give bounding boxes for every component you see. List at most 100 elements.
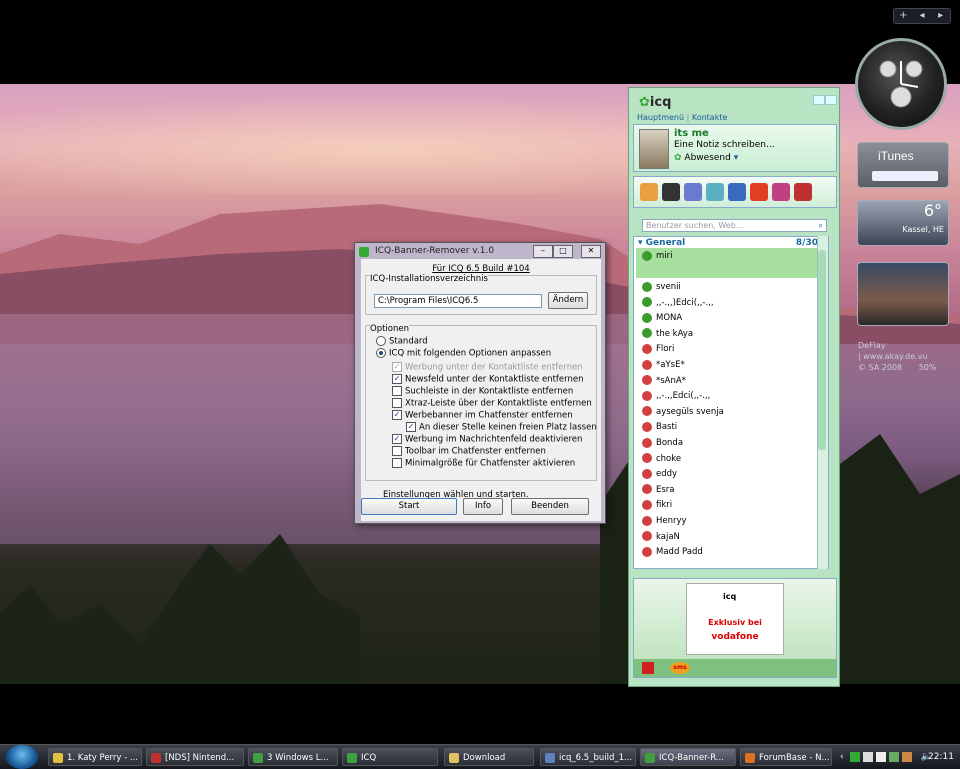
contact-item[interactable]: *sAnA* (642, 374, 686, 389)
icq-close-button[interactable] (825, 95, 837, 105)
option-checkbox-6[interactable]: ✓ Werbung im Nachrichtenfeld deaktivieren (392, 434, 582, 446)
taskbar-button[interactable]: 3 Windows L... (248, 748, 338, 766)
option-checkbox-1[interactable]: ✓ Newsfeld unter der Kontaktliste entfern… (392, 374, 583, 386)
icq-minimize-button[interactable] (813, 95, 825, 105)
contact-item[interactable]: miri (642, 249, 673, 264)
sms-tab[interactable]: sms (670, 662, 690, 674)
app-icon-1[interactable] (640, 183, 658, 201)
sidebar-next-button[interactable]: ▸ (931, 9, 950, 23)
contact-item[interactable]: *aYsE* (642, 358, 685, 373)
option-checkbox-4[interactable]: ✓ Werbebanner im Chatfenster entfernen (392, 410, 573, 422)
change-button[interactable]: Ändern (548, 292, 588, 309)
app-icon-7[interactable] (772, 183, 790, 201)
contact-search-input[interactable]: Benutzer suchen, Web... ⌕ (642, 219, 827, 232)
checkbox[interactable]: ✓ (392, 410, 402, 420)
scrollbar-thumb[interactable] (818, 250, 826, 450)
profile-note[interactable]: Eine Notiz schreiben... (674, 140, 775, 150)
contact-item[interactable]: MONA (642, 311, 682, 326)
ad-banner[interactable]: icq Exklusiv bei vodafone (686, 583, 784, 655)
contact-item[interactable]: Esra (642, 483, 675, 498)
checkbox[interactable] (392, 446, 402, 456)
ad-brand: vodafone (711, 632, 759, 642)
contact-item[interactable]: eddy (642, 467, 677, 482)
taskbar-button[interactable]: Download (444, 748, 534, 766)
taskbar-button[interactable]: [NDS] Nintend... (146, 748, 244, 766)
start-button[interactable]: Start (361, 498, 457, 515)
app-icon-5[interactable] (728, 183, 746, 201)
checkbox[interactable]: ✓ (392, 374, 402, 384)
pro7-tab-icon[interactable] (642, 662, 654, 674)
taskbar-button[interactable]: 1. Katy Perry - ... (48, 748, 142, 766)
tray-icon-3[interactable] (876, 751, 887, 762)
checkbox[interactable]: ✓ (406, 422, 416, 432)
contact-item[interactable]: Flori (642, 342, 674, 357)
option-checkbox-8[interactable]: Minimalgröße für Chatfenster aktivieren (392, 458, 575, 470)
app-icon-2[interactable] (662, 183, 680, 201)
taskbar-button[interactable]: icq_6.5_build_1... (540, 748, 636, 766)
contact-item[interactable]: aysegüls svenja (642, 405, 724, 420)
tray-icon-5[interactable] (901, 751, 912, 762)
contact-item[interactable]: kajaN (642, 530, 680, 545)
itunes-search-input[interactable] (872, 171, 938, 181)
contact-item[interactable]: svenii (642, 280, 681, 295)
tray-icon-2[interactable] (863, 751, 874, 762)
sidebar-add-button[interactable]: + (894, 9, 913, 23)
avatar[interactable] (639, 129, 669, 169)
start-button[interactable] (6, 745, 38, 769)
option-label: Werbung im Nachrichtenfeld deaktivieren (405, 434, 583, 445)
clock-gadget[interactable] (855, 38, 947, 130)
status-dropdown[interactable]: ✿ Abwesend ▾ (674, 153, 738, 163)
checkbox[interactable] (392, 458, 402, 468)
slideshow-gadget[interactable] (857, 262, 949, 326)
game-controller-icon[interactable] (706, 183, 724, 201)
app-icon-8[interactable] (794, 183, 812, 201)
radio-button[interactable] (376, 348, 386, 358)
taskbar-button[interactable]: ICQ (342, 748, 438, 766)
minimize-button[interactable]: – (533, 245, 553, 258)
taskbar-button[interactable]: ICQ-Banner-R... (640, 748, 736, 766)
contact-status-icon (642, 421, 652, 432)
option-checkbox-5[interactable]: ✓ An dieser Stelle keinen freien Platz la… (406, 422, 597, 434)
checkbox[interactable] (392, 386, 402, 396)
app-icon-6[interactable] (750, 183, 768, 201)
quit-button[interactable]: Beenden (511, 498, 589, 515)
close-button[interactable]: ✕ (581, 245, 601, 258)
option-checkbox-0[interactable]: ✓ Werbung unter der Kontaktliste entferne… (392, 362, 583, 374)
contact-item[interactable]: ,,-.,,Edci(,,-.,, (642, 389, 710, 404)
contact-item[interactable]: Henryy (642, 514, 687, 529)
contact-item[interactable]: Madd Padd (642, 545, 703, 560)
contact-item[interactable]: choke (642, 452, 681, 467)
checkbox[interactable] (392, 398, 402, 408)
maximize-button[interactable]: □ (553, 245, 573, 258)
taskbar-button[interactable]: ForumBase - N... (740, 748, 832, 766)
contact-item[interactable]: Bonda (642, 436, 683, 451)
info-button[interactable]: Info (463, 498, 503, 515)
tray-expand-icon[interactable]: ‹ (840, 752, 844, 762)
checkbox[interactable]: ✓ (392, 362, 402, 372)
contact-name: eddy (656, 469, 678, 480)
option-checkbox-3[interactable]: Xtraz-Leiste über der Kontaktliste entfe… (392, 398, 592, 410)
tray-icon-4[interactable] (889, 751, 900, 762)
game-controller-icon[interactable] (684, 183, 702, 201)
search-icon[interactable]: ⌕ (819, 220, 823, 231)
taskbar-clock[interactable]: 22:11 (928, 748, 954, 766)
sidebar-prev-button[interactable]: ◂ (913, 9, 932, 23)
install-path-input[interactable]: C:\Program Files\ICQ6.5 (374, 294, 542, 308)
option-checkbox-2[interactable]: Suchleiste in der Kontaktliste entfernen (392, 386, 573, 398)
group-header[interactable]: ▾ General (638, 238, 818, 248)
menu-main[interactable]: Hauptmenü (637, 113, 684, 122)
radio-custom[interactable]: ICQ mit folgenden Optionen anpassen (376, 348, 551, 360)
contact-item[interactable]: Basti (642, 420, 677, 435)
checkbox[interactable]: ✓ (392, 434, 402, 444)
radio-standard[interactable]: Standard (376, 336, 428, 348)
weather-gadget[interactable]: 6° Kassel, HE (857, 200, 949, 246)
task-app-icon (347, 753, 357, 763)
radio-button[interactable] (376, 336, 386, 346)
tray-icon-1[interactable] (850, 751, 861, 762)
menu-contacts[interactable]: Kontakte (692, 113, 728, 122)
contact-item[interactable]: the kAya (642, 327, 693, 342)
contact-item[interactable]: ,,-.,,)Edci(,,-.,, (642, 296, 714, 311)
contact-item[interactable]: fikri (642, 498, 672, 513)
option-checkbox-7[interactable]: Toolbar im Chatfenster entfernen (392, 446, 546, 458)
itunes-gadget[interactable]: iTunes (857, 142, 949, 188)
